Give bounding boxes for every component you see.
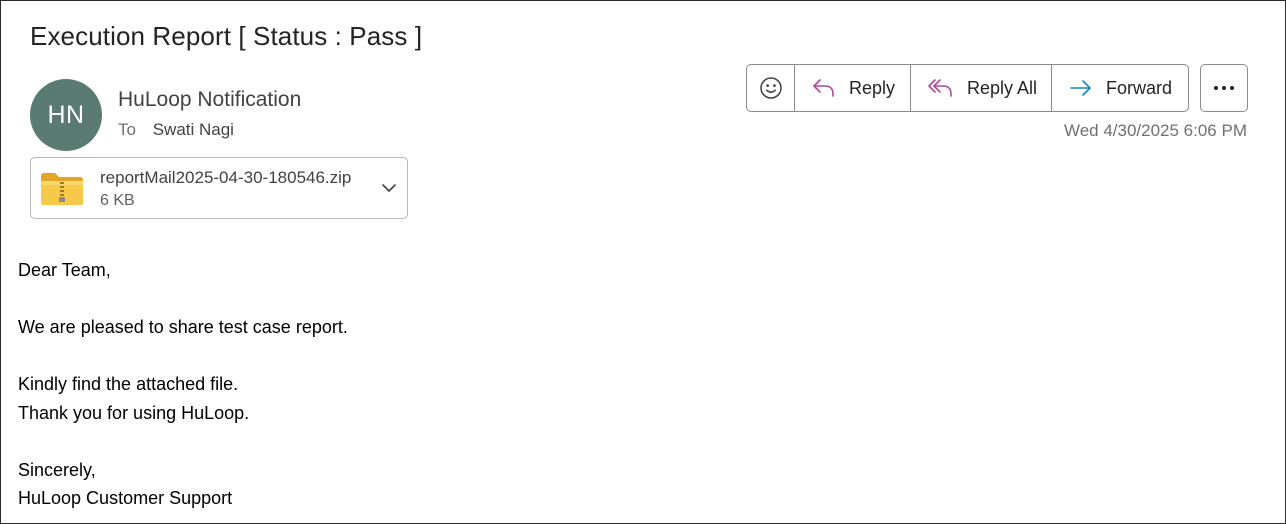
recipient-line: To Swati Nagi [118,120,234,140]
body-signature: HuLoop Customer Support [18,488,233,508]
message-actions-toolbar: Reply Reply All Forward [746,64,1189,112]
body-closing: Sincerely, [18,459,96,480]
body-line: Thank you for using HuLoop. [18,402,250,423]
avatar-initials: HN [47,100,85,129]
forward-label: Forward [1106,77,1173,98]
message-subject: Execution Report [ Status : Pass ] [30,21,423,51]
reply-button[interactable]: Reply [795,65,911,111]
forward-arrow-icon [1068,76,1094,100]
attachment-card[interactable]: reportMail2025-04-30-180546.zip 6 KB [30,157,408,219]
body-line: Kindly find the attached file. [18,374,239,394]
recipient-name[interactable]: Swati Nagi [153,120,234,139]
smiley-icon [759,76,783,100]
body-line: We are pleased to share test case report… [18,317,348,337]
sender-name[interactable]: HuLoop Notification [118,88,301,112]
reply-arrow-icon [811,76,837,100]
chevron-down-icon[interactable] [381,181,397,199]
more-options-icon [1212,84,1236,92]
body-greeting: Dear Team, [18,260,111,280]
zip-folder-icon [39,170,85,213]
more-actions-button[interactable] [1200,64,1248,112]
sender-avatar[interactable]: HN [30,79,102,151]
to-label: To [118,120,136,139]
message-window: Execution Report [ Status : Pass ] HN Hu… [0,0,1286,524]
attachment-file-size: 6 KB [100,192,135,209]
reply-all-label: Reply All [967,77,1038,98]
reply-label: Reply [849,77,896,98]
forward-button[interactable]: Forward [1052,65,1188,111]
reply-all-arrow-icon [927,76,955,100]
message-timestamp: Wed 4/30/2025 6:06 PM [1063,121,1247,140]
reply-all-button[interactable]: Reply All [911,65,1052,111]
message-body: Dear Team, We are pleased to share test … [18,256,348,513]
attachment-file-name: reportMail2025-04-30-180546.zip [100,168,352,187]
react-button[interactable] [747,65,795,111]
